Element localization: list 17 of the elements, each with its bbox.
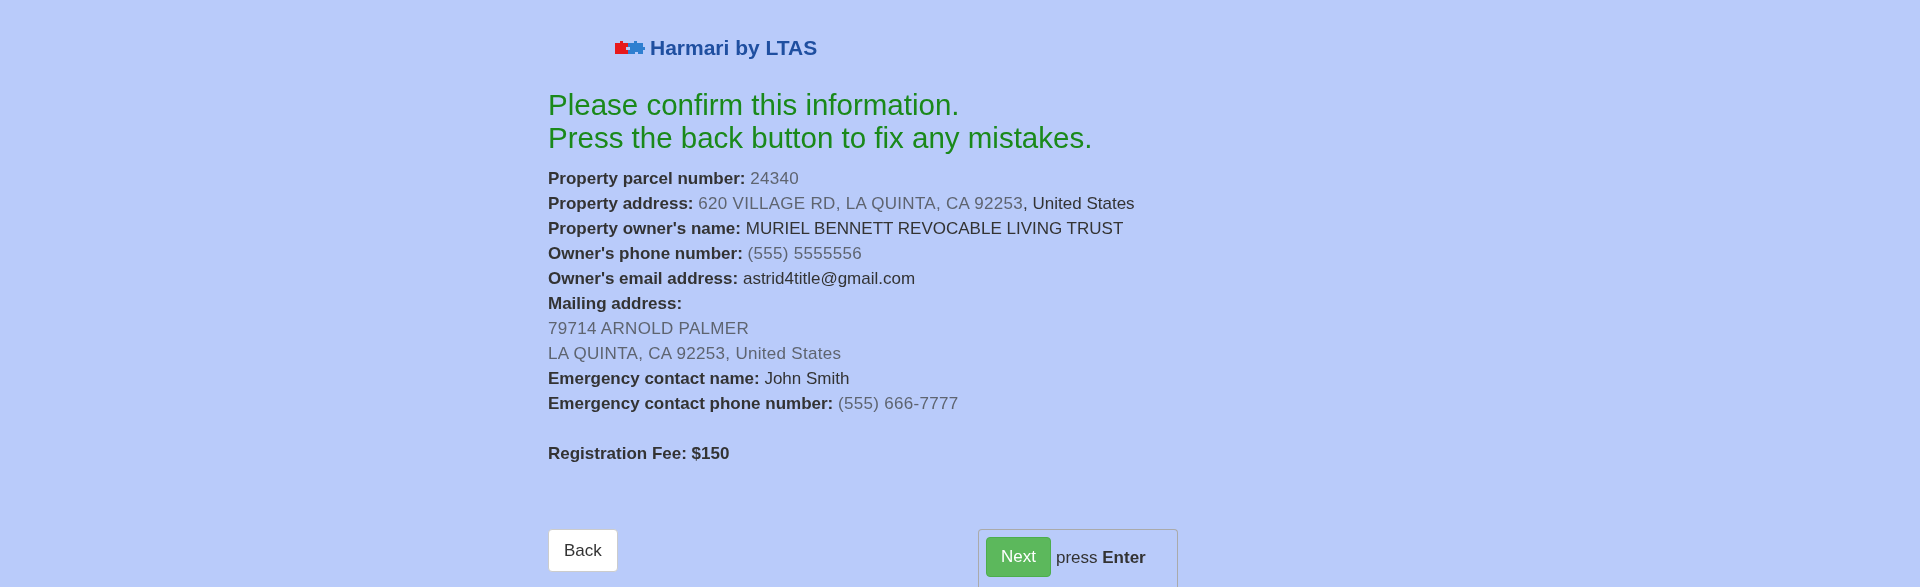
address-line: 79714 ARNOLD PALMER xyxy=(548,318,750,340)
detail-line: Property parcel number: 24340 xyxy=(548,168,800,190)
detail-line: Mailing address: xyxy=(548,293,684,315)
enter-hint: press Enter xyxy=(1055,548,1146,568)
app-title: Harmari by LTAS xyxy=(650,36,818,60)
detail-line: Property address: 620 VILLAGE RD, LA QUINTA, CA 92253, United States xyxy=(548,193,1136,215)
detail-line: Emergency contact name: John Smith xyxy=(548,368,851,390)
registration-fee: Registration Fee: $150 xyxy=(548,443,731,465)
back-button[interactable]: Back xyxy=(548,529,618,572)
detail-line: Owner's phone number: (555) 5555556 xyxy=(548,243,864,265)
detail-line: Owner's email address: astrid4title@gmail.com xyxy=(548,268,917,290)
confirm-heading: Please confirm this information. xyxy=(548,88,961,121)
puzzle-icon xyxy=(615,40,645,56)
address-line: LA QUINTA, CA 92253, United States xyxy=(548,343,843,365)
detail-line: Emergency contact phone number: (555) 666-7777 xyxy=(548,393,960,415)
detail-line: Property owner's name: MURIEL BENNETT REVOCABLE LIVING TRUST xyxy=(548,218,1125,240)
confirm-heading: Press the back button to fix any mistakes. xyxy=(548,121,1094,154)
